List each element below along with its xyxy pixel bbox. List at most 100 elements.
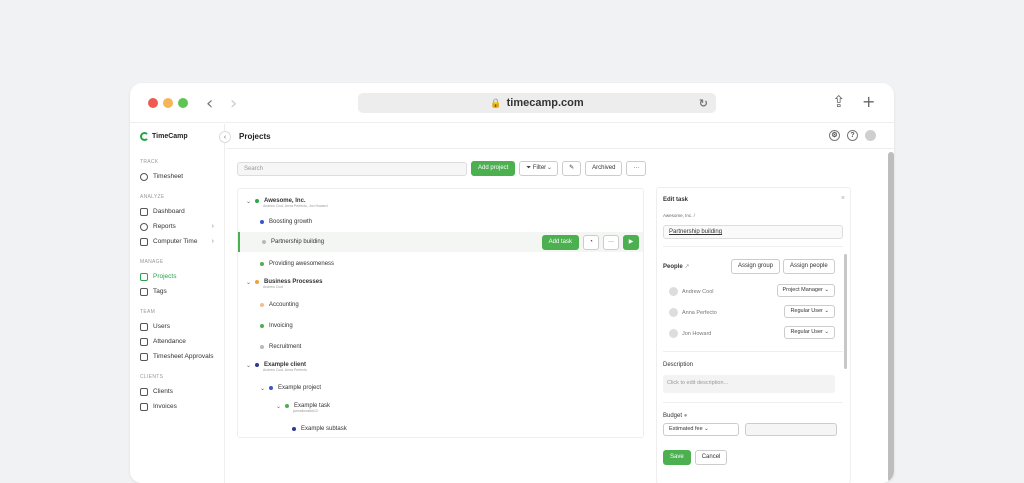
brand-logo[interactable]: TimeCamp	[130, 124, 224, 149]
role-value: Project Manager	[782, 287, 823, 293]
color-dot	[292, 427, 296, 431]
tree-row[interactable]: Invoicing	[238, 320, 643, 332]
more-icon[interactable]: ···	[603, 234, 619, 250]
sidebar-item-invoices[interactable]: Invoices	[130, 399, 224, 414]
tree-row[interactable]: Partnership building Add task ◔ ··· ▶	[238, 232, 643, 252]
collapse-sidebar-icon[interactable]: ‹	[219, 131, 231, 143]
sidebar-item-timesheet[interactable]: Timesheet	[130, 169, 224, 184]
sidebar-item-tags[interactable]: Tags	[130, 284, 224, 299]
avatar[interactable]	[865, 130, 876, 141]
chevron-down-icon[interactable]: ⌄	[246, 198, 251, 205]
description-field[interactable]: Click to edit description...	[663, 375, 835, 393]
archived-button[interactable]: Archived	[585, 161, 623, 176]
divider	[663, 351, 843, 352]
assign-group-button[interactable]: Assign group	[731, 259, 781, 274]
tree-item-name: Example subtask	[301, 426, 347, 432]
project-tree: ⌄ Awesome, Inc. Andrew Cool, Anna Perfecto…	[237, 188, 644, 438]
sidebar-item-clients[interactable]: Clients	[130, 384, 224, 399]
minimize-window-button[interactable]	[163, 98, 173, 108]
add-task-button[interactable]: Add task	[541, 234, 579, 250]
tag-icon	[140, 287, 148, 296]
breadcrumb[interactable]: Awesome, Inc. /	[663, 213, 695, 218]
role-select[interactable]: Regular User ⌄	[784, 326, 835, 339]
sidebar-item-label: Clients	[153, 388, 173, 395]
tree-row[interactable]: ⌄ Example project	[238, 382, 643, 394]
cancel-button[interactable]: Cancel	[694, 450, 728, 465]
close-icon[interactable]: ×	[841, 195, 845, 202]
page-scrollbar[interactable]	[888, 152, 894, 482]
approvals-icon	[140, 352, 148, 361]
tree-row[interactable]: ⌄ Example task jarmailowski#12	[238, 400, 643, 413]
edit-button[interactable]: ✎	[562, 161, 582, 176]
panel-title: Edit task	[663, 197, 689, 203]
sidebar-item-reports[interactable]: Reports ›	[130, 219, 224, 234]
section-clients: CLIENTS	[140, 374, 164, 380]
tree-row[interactable]: ⌄ Example client Andrew Cool, Anna Perfect…	[238, 359, 643, 372]
new-tab-icon[interactable]: +	[862, 92, 875, 111]
tree-row[interactable]: ⌄ Awesome, Inc. Andrew Cool, Anna Perfecto…	[238, 195, 643, 208]
maximize-window-button[interactable]	[178, 98, 188, 108]
play-icon[interactable]: ▶	[623, 234, 639, 250]
sidebar-item-projects[interactable]: Projects	[130, 269, 224, 284]
section-track: TRACK	[140, 159, 159, 165]
sidebar-item-label: Tags	[153, 288, 167, 295]
tree-row[interactable]: Accounting	[238, 299, 643, 311]
role-select[interactable]: Project Manager ⌄	[776, 284, 835, 297]
tree-item-name: Accounting	[269, 302, 299, 308]
more-options-button[interactable]: ···	[626, 161, 647, 176]
sidebar-item-label: Attendance	[153, 338, 186, 345]
close-window-button[interactable]	[148, 98, 158, 108]
reload-icon[interactable]: ↻	[699, 97, 708, 110]
chevron-down-icon[interactable]: ⌄	[276, 403, 281, 410]
tree-item-subtitle: Andrew Cool, Anna Perfecto, Jon Howard	[263, 204, 328, 208]
person-row: Jon Howard	[669, 329, 711, 338]
sidebar-item-dashboard[interactable]: Dashboard	[130, 204, 224, 219]
budget-type-value: Estimated fee	[669, 426, 703, 432]
save-button[interactable]: Save	[663, 450, 691, 465]
role-value: Regular User	[790, 308, 823, 314]
tree-item-subtitle: jarmailowski#12	[293, 409, 318, 413]
share-icon[interactable]: ⇪	[832, 92, 845, 111]
task-name-input[interactable]: Partnership building	[663, 225, 843, 239]
search-input[interactable]: Search	[237, 161, 467, 176]
color-dot	[255, 280, 260, 284]
tree-row[interactable]: Recruitment	[238, 341, 643, 353]
filter-button[interactable]: ⏷ Filter ⌄	[519, 161, 559, 176]
color-dot	[255, 363, 260, 367]
chevron-down-icon[interactable]: ⌄	[246, 362, 251, 369]
budget-type-select[interactable]: Estimated fee ⌄	[663, 423, 739, 436]
budget-value-input[interactable]	[745, 423, 837, 436]
address-bar[interactable]: 🔒 timecamp.com ↻	[358, 93, 716, 113]
back-icon[interactable]: ‹	[206, 93, 213, 114]
gear-icon[interactable]: ⚙	[829, 130, 840, 141]
sidebar-item-computer-time[interactable]: Computer Time ›	[130, 234, 224, 249]
role-select[interactable]: Regular User ⌄	[784, 305, 835, 318]
avatar	[669, 329, 678, 338]
panel-footer: Save Cancel	[663, 450, 728, 465]
help-icon[interactable]: ?	[847, 130, 858, 141]
projects-toolbar: Search Add project ⏷ Filter ⌄ ✎ Archived…	[237, 161, 647, 176]
chevron-down-icon[interactable]: ⌄	[246, 279, 251, 286]
color-dot	[260, 345, 264, 349]
tree-row[interactable]: Providing awesomeness	[238, 258, 643, 270]
tree-row[interactable]: Example subtask	[238, 423, 643, 435]
sidebar-item-attendance[interactable]: Attendance	[130, 334, 224, 349]
chevron-down-icon[interactable]: ⌄	[260, 385, 265, 392]
sidebar-item-timesheet-approvals[interactable]: Timesheet Approvals	[130, 349, 224, 364]
tree-row[interactable]: Boosting growth	[238, 216, 643, 228]
color-dot	[260, 303, 264, 307]
chevron-right-icon: ›	[211, 223, 214, 230]
tree-row[interactable]: ⌄ Business Processes Andrew Cool	[238, 276, 643, 289]
person-name: Andrew Cool	[682, 288, 714, 295]
tree-item-name: Providing awesomeness	[269, 261, 335, 267]
clock-icon	[140, 172, 148, 181]
forward-icon[interactable]: ›	[230, 93, 237, 114]
panel-scrollbar[interactable]	[844, 254, 847, 369]
add-project-button[interactable]: Add project	[471, 161, 516, 176]
sidebar-item-users[interactable]: Users	[130, 319, 224, 334]
external-link-icon[interactable]: ↗	[684, 264, 689, 270]
section-manage: MANAGE	[140, 259, 164, 265]
color-picker-icon[interactable]: ◔	[583, 234, 599, 250]
assign-people-button[interactable]: Assign people	[783, 259, 835, 274]
browser-window: ‹ › 🔒 timecamp.com ↻ ⇪ + TimeCamp ‹ TRAC…	[130, 83, 894, 483]
